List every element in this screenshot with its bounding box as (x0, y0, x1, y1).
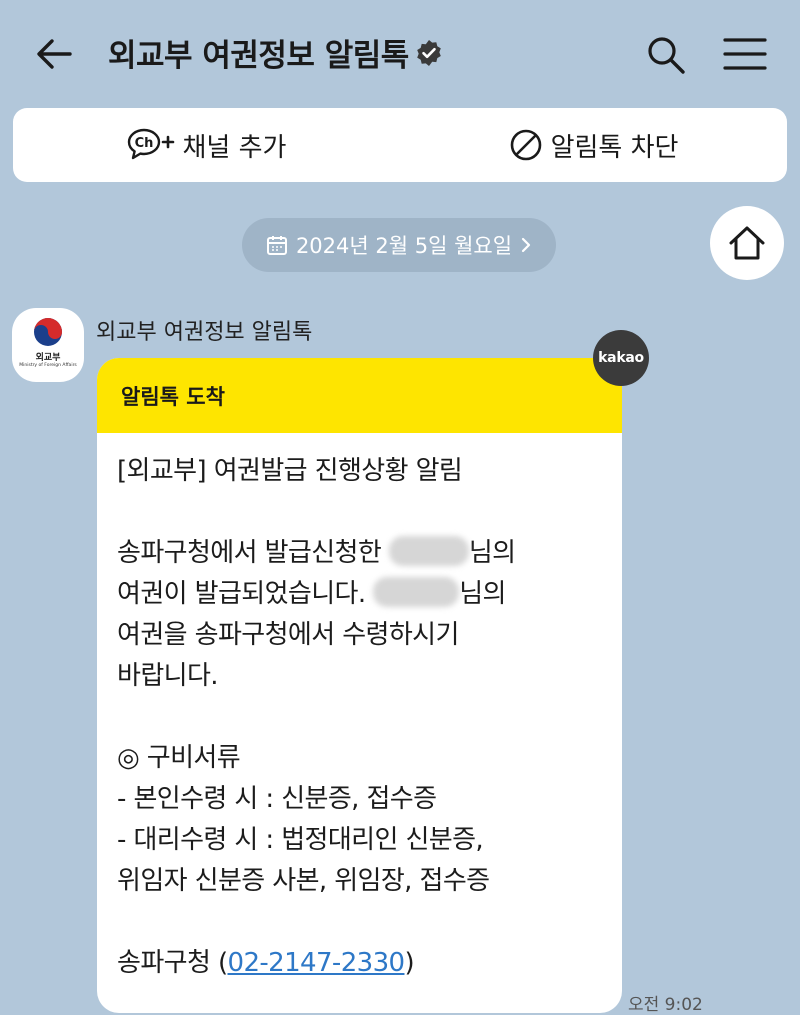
message-line: 송파구청에서 발급신청한 님의 (117, 536, 516, 568)
block-notification-label: 알림톡 차단 (550, 132, 679, 163)
channel-add-icon: Ch (127, 128, 174, 160)
search-icon[interactable] (645, 34, 687, 76)
date-divider-pill[interactable]: 2024년 2월 5일 월요일 (242, 218, 556, 272)
message-line: 여권을 송파구청에서 수령하시기 (117, 620, 459, 650)
phone-link[interactable]: 02-2147-2330 (228, 948, 406, 978)
chevron-right-icon (521, 237, 531, 253)
chat-header: 외교부 여권정보 알림톡 (0, 0, 800, 108)
home-icon (729, 226, 765, 260)
channel-action-bar: Ch 채널 추가 알림톡 차단 (13, 108, 787, 182)
home-button[interactable] (710, 206, 784, 280)
message-time: 오전 9:02 (628, 995, 703, 1015)
date-label: 2024년 2월 5일 월요일 (295, 234, 513, 258)
arrow-left-icon[interactable] (34, 34, 74, 74)
avatar-org-sub: Ministry of Foreign Affairs (19, 363, 77, 368)
chat-title: 외교부 여권정보 알림톡 (108, 30, 443, 75)
docs-title: ◎ 구비서류 (117, 743, 241, 773)
block-icon (510, 129, 541, 161)
kakao-badge: kakao (593, 330, 649, 386)
calendar-icon (266, 236, 287, 255)
hamburger-menu-icon[interactable] (722, 36, 768, 72)
message-header: 알림톡 도착 (97, 358, 622, 433)
message-line: 바랍니다. (117, 661, 219, 691)
redacted-name (388, 536, 469, 566)
svg-text:Ch: Ch (134, 136, 153, 151)
message-line: 여권이 발급되었습니다. 님의 (117, 577, 506, 609)
docs-item: - 본인수령 시 : 신분증, 접수증 (117, 784, 437, 814)
taegeuk-emblem-icon (34, 318, 62, 346)
add-channel-button[interactable]: Ch 채널 추가 (13, 127, 400, 164)
avatar-org-name: 외교부 (35, 353, 61, 363)
message-body: [외교부] 여권발급 진행상황 알림 송파구청에서 발급신청한 님의 여권이 발… (97, 433, 622, 984)
sender-avatar[interactable]: 외교부 Ministry of Foreign Affairs (12, 308, 84, 382)
sender-name: 외교부 여권정보 알림톡 (96, 320, 313, 345)
message-line: [외교부] 여권발급 진행상황 알림 (117, 456, 463, 486)
docs-item: - 대리수령 시 : 법정대리인 신분증, (117, 825, 484, 855)
message-bubble: 알림톡 도착 [외교부] 여권발급 진행상황 알림 송파구청에서 발급신청한 님… (97, 358, 622, 1013)
add-channel-label: 채널 추가 (182, 132, 287, 163)
docs-item: 위임자 신분증 사본, 위임장, 접수증 (117, 866, 490, 896)
chat-title-text: 외교부 여권정보 알림톡 (108, 38, 409, 74)
redacted-name (373, 577, 460, 607)
verified-check-icon (416, 39, 441, 66)
contact-line: 송파구청 (02-2147-2330) (117, 948, 415, 978)
block-notification-button[interactable]: 알림톡 차단 (400, 127, 787, 164)
